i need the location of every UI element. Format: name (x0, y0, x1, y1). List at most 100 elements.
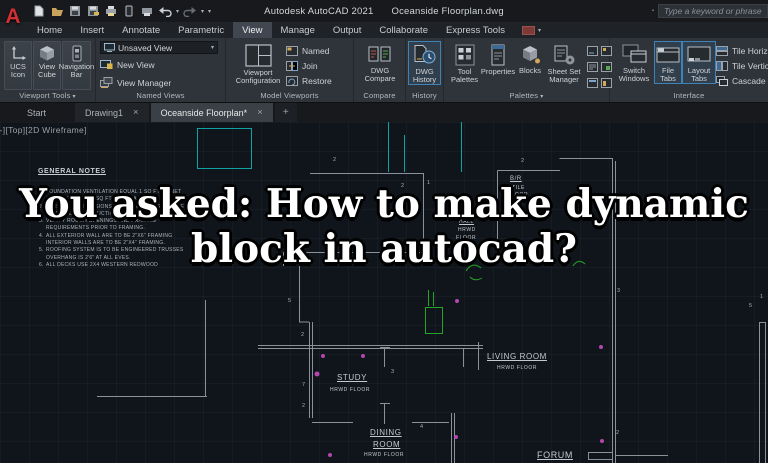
view-thumbnail-icon (104, 43, 115, 52)
panel-named-views: Unsaved View ▾ New View View Manager Nam… (96, 38, 226, 102)
close-tab-icon[interactable]: × (257, 107, 263, 118)
undo-icon (159, 6, 172, 17)
plot-icon (106, 6, 116, 16)
general-notes: GENERAL NOTES 1. FOUNDATION VENTILATION E… (38, 168, 253, 269)
external-references-button[interactable] (586, 59, 599, 74)
panel-history: DWG History History (406, 38, 444, 102)
redo-dropdown-caret[interactable]: ▾ (201, 8, 204, 15)
file-tab-bar: Start Drawing1 × Oceanside Floorplan* × … (0, 103, 768, 122)
new-file-icon (34, 5, 44, 17)
tab-parametric[interactable]: Parametric (169, 22, 233, 38)
quickcalc-button[interactable] (586, 75, 599, 90)
panel-title-named-views: Named Views (136, 91, 185, 100)
palettes-mini-buttons (583, 41, 613, 90)
save-as-button[interactable] (86, 4, 100, 18)
ribbon-state-caret-icon[interactable]: ▾ (538, 27, 541, 34)
tile-vertically-button[interactable]: Tile Vertically (716, 58, 768, 73)
note-item: 6. ALL DECKS USE 2X4 WESTERN REDWOOD (39, 261, 158, 268)
note-item: 2. VERIFY ALL DIMENSIONS AND CONDITIONS B… (39, 203, 184, 217)
ribbon: UCS Icon View Cube Navigation Bar Viewpo… (0, 38, 768, 103)
infocenter-bullet-icon: ▪ (651, 8, 654, 14)
note-item: 5. ROOFING SYSTEM IS TO BE ENGINEERED TRU… (39, 247, 184, 261)
dimension-number: 2 (616, 430, 620, 436)
close-tab-icon[interactable]: × (133, 107, 139, 118)
tab-output[interactable]: Output (324, 22, 371, 38)
panel-title-palettes[interactable]: Palettes ▾ (444, 90, 609, 102)
caret-down-icon: ▾ (210, 45, 214, 51)
new-view-icon (100, 60, 113, 69)
redo-button[interactable] (183, 4, 197, 18)
dimension-number: 1 (427, 180, 431, 186)
viewport-configuration-icon (244, 44, 272, 67)
tab-annotate[interactable]: Annotate (113, 22, 169, 38)
cascade-button[interactable]: Cascade (716, 73, 768, 88)
dimension-number: 2 (333, 157, 337, 163)
view-selector-dropdown[interactable]: Unsaved View ▾ (100, 41, 218, 54)
panel-title-interface: Interface (673, 91, 705, 100)
tab-insert[interactable]: Insert (71, 22, 113, 38)
command-line-button[interactable] (586, 43, 599, 58)
ucs-icon-button[interactable]: UCS Icon (4, 41, 32, 90)
ribbon-options[interactable]: ▾ (521, 22, 541, 38)
tab-express-tools[interactable]: Express Tools (437, 22, 514, 38)
mobile-button[interactable] (122, 4, 136, 18)
navigation-bar-button[interactable]: Navigation Bar (59, 41, 94, 90)
app-menu-button[interactable]: A (3, 2, 23, 32)
tab-manage[interactable]: Manage (272, 22, 324, 38)
panel-viewport-tools: UCS Icon View Cube Navigation Bar Viewpo… (0, 38, 96, 102)
layout-tabs-button[interactable]: Layout Tabs (682, 41, 716, 84)
named-viewports-button[interactable]: Named (286, 43, 332, 58)
drawing-canvas[interactable]: [-][Top][2D Wireframe] GENERAL NOTES 1. F… (0, 122, 768, 463)
tool-palettes-button[interactable]: Tool Palettes (448, 41, 481, 85)
title-bar: A ▾ ▾ ▾ Autodesk AutoCAD 2021 Oceanside … (0, 0, 768, 28)
view-manager-button[interactable]: View Manager (100, 75, 171, 90)
view-cube-button[interactable]: View Cube (33, 41, 61, 90)
dimension-number: 5 (288, 298, 292, 304)
room-label: HRWD FLOOR (330, 387, 371, 393)
tab-home[interactable]: Home (28, 22, 71, 38)
file-tab-oceanside-floorplan[interactable]: Oceanside Floorplan* × (150, 103, 273, 122)
new-view-button[interactable]: New View (100, 57, 155, 72)
viewport-controls[interactable]: [-][Top][2D Wireframe] (0, 125, 87, 135)
panel-title-compare: Compare (363, 91, 396, 100)
file-tab-drawing1[interactable]: Drawing1 × (75, 103, 149, 122)
app-title: Autodesk AutoCAD 2021 (264, 5, 374, 17)
plot-button[interactable] (104, 4, 118, 18)
restore-viewports-button[interactable]: Restore (286, 73, 332, 88)
file-tabs-icon (656, 47, 680, 63)
tab-collaborate[interactable]: Collaborate (370, 22, 437, 38)
print-button[interactable] (140, 4, 154, 18)
new-file-button[interactable] (32, 4, 46, 18)
viewport-configuration-button[interactable]: Viewport Configuration (230, 41, 286, 86)
tile-horizontally-button[interactable]: Tile Horizontally (716, 43, 768, 58)
panel-title-viewport-tools[interactable]: Viewport Tools ▾ (0, 90, 95, 102)
switch-windows-button[interactable]: Switch Windows (614, 41, 654, 84)
properties-palette-button[interactable]: Properties (481, 41, 515, 77)
tile-vertically-icon (716, 60, 728, 71)
dwg-compare-button[interactable]: DWG Compare (358, 41, 402, 84)
cascade-icon (716, 75, 728, 86)
join-viewports-button[interactable]: Join (286, 58, 332, 73)
restore-viewports-icon (286, 75, 298, 86)
external-references-icon (587, 61, 598, 72)
room-label: TILE (512, 185, 525, 191)
mobile-device-icon (125, 5, 133, 17)
file-tabs-button[interactable]: File Tabs (654, 41, 682, 84)
qat-customize-caret[interactable]: ▾ (208, 8, 211, 15)
sheet-set-manager-button[interactable]: Sheet Set Manager (545, 41, 583, 85)
blocks-palette-button[interactable]: Blocks (515, 41, 545, 76)
dwg-compare-icon (368, 46, 391, 62)
new-drawing-tab-button[interactable]: + (274, 103, 297, 122)
dimension-number: 2 (301, 332, 305, 338)
dimension-number: 2 (302, 403, 306, 409)
quick-access-toolbar: ▾ ▾ ▾ (32, 4, 211, 18)
save-button[interactable] (68, 4, 82, 18)
dwg-history-button[interactable]: DWG History (408, 41, 441, 85)
search-input[interactable] (658, 4, 768, 18)
panel-title-history: History (412, 91, 437, 100)
open-file-button[interactable] (50, 4, 64, 18)
file-tab-start[interactable]: Start (0, 103, 73, 122)
undo-button[interactable] (158, 4, 172, 18)
undo-dropdown-caret[interactable]: ▾ (176, 8, 179, 15)
tab-view[interactable]: View (233, 22, 272, 38)
